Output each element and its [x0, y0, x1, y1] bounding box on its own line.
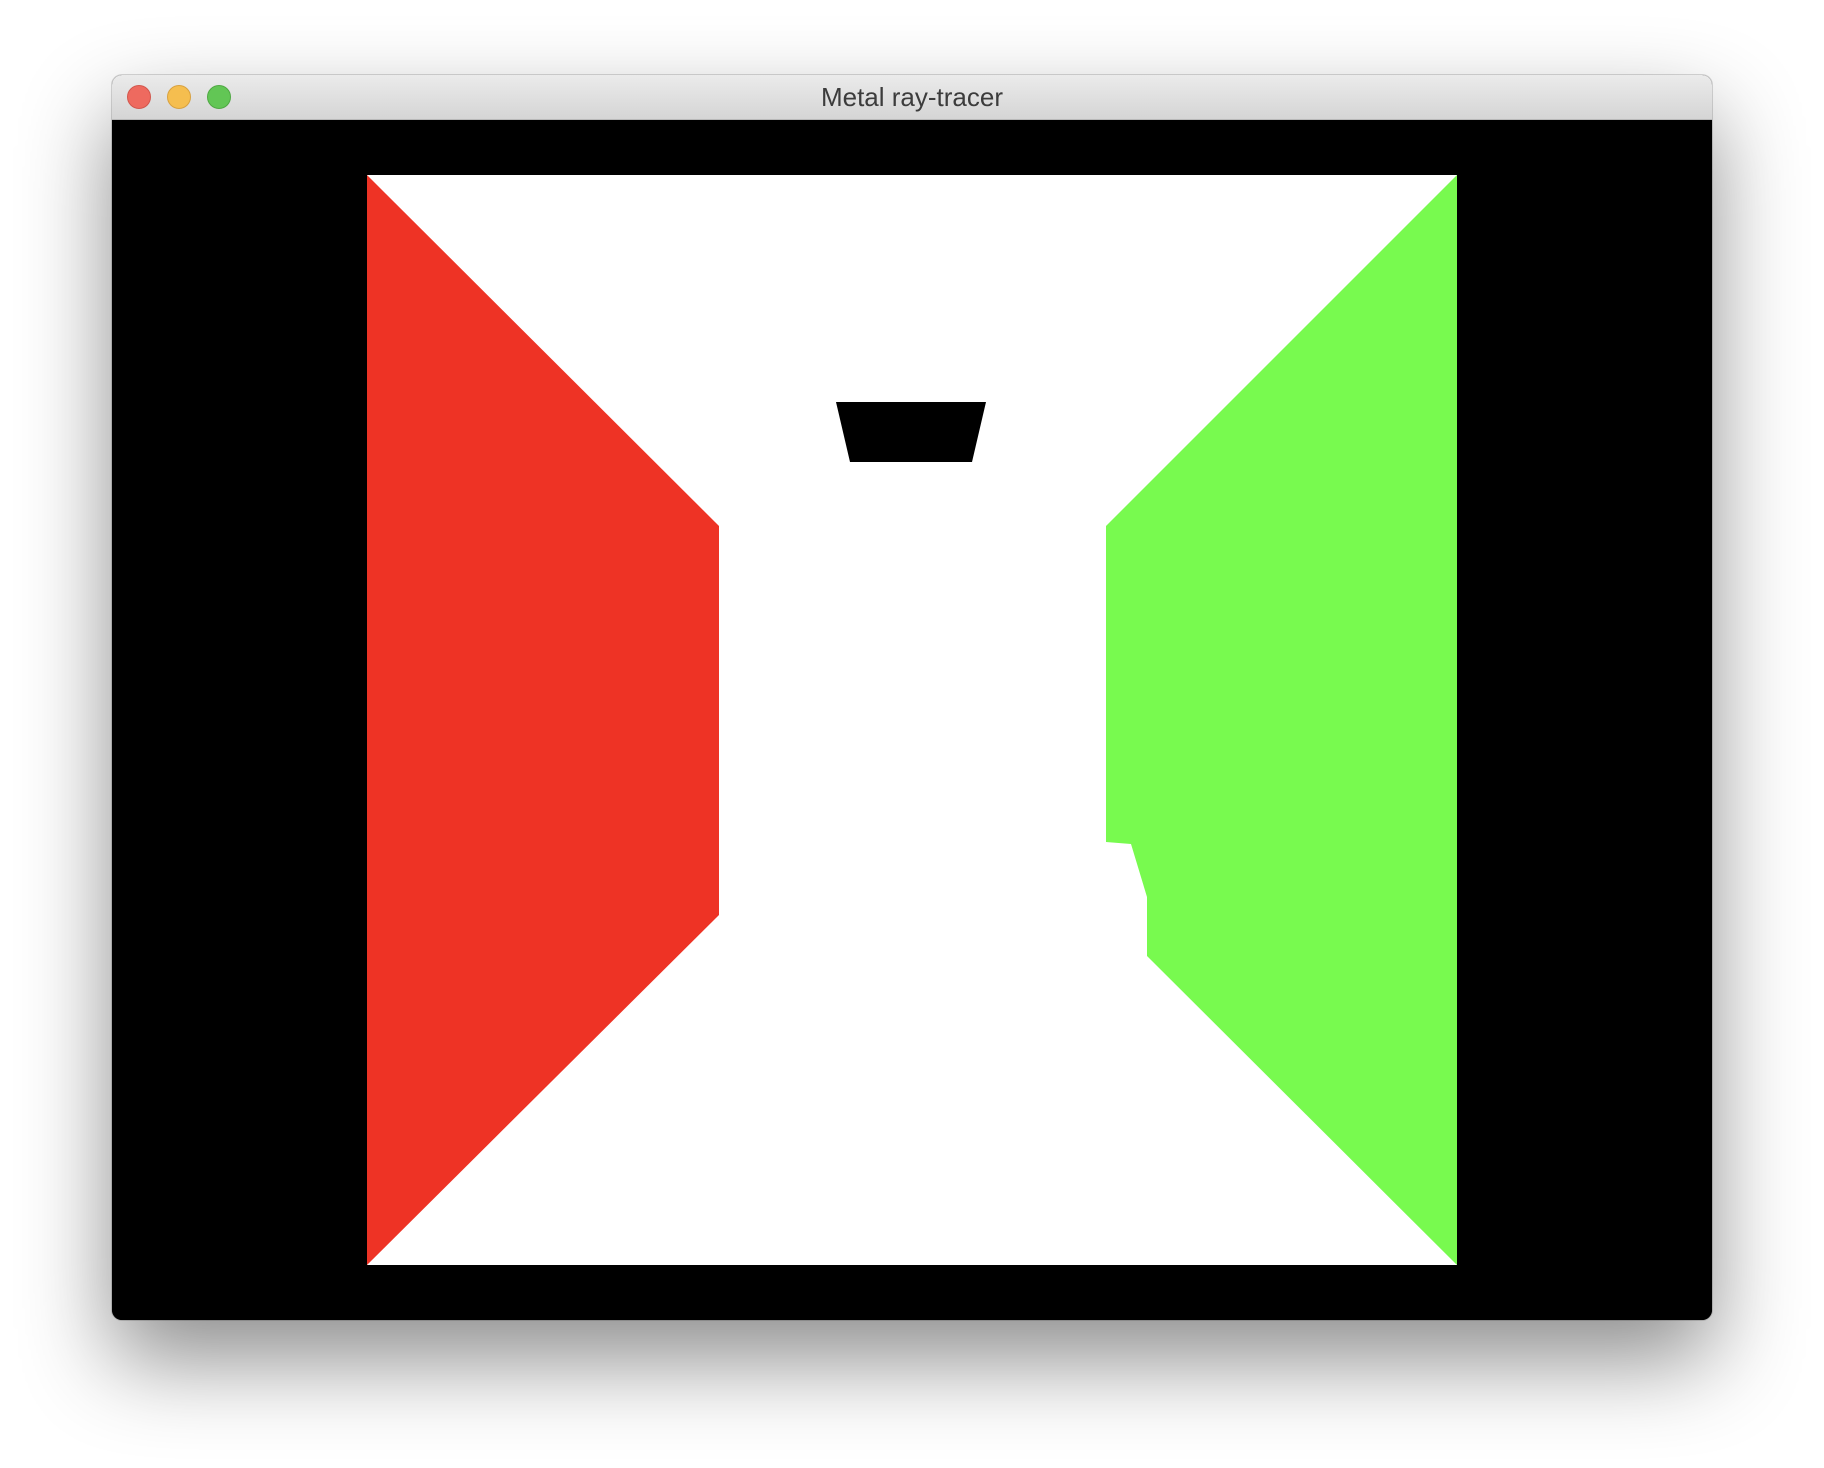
ceiling-light-opening: [836, 402, 986, 462]
window-title: Metal ray-tracer: [820, 82, 1004, 112]
title-bar[interactable]: Metal ray-tracer: [112, 75, 1712, 120]
app-window: Metal ray-tracer: [112, 75, 1712, 1320]
raytraced-image: [367, 175, 1457, 1265]
render-area: [112, 120, 1712, 1320]
scene-render: [367, 175, 1457, 1265]
